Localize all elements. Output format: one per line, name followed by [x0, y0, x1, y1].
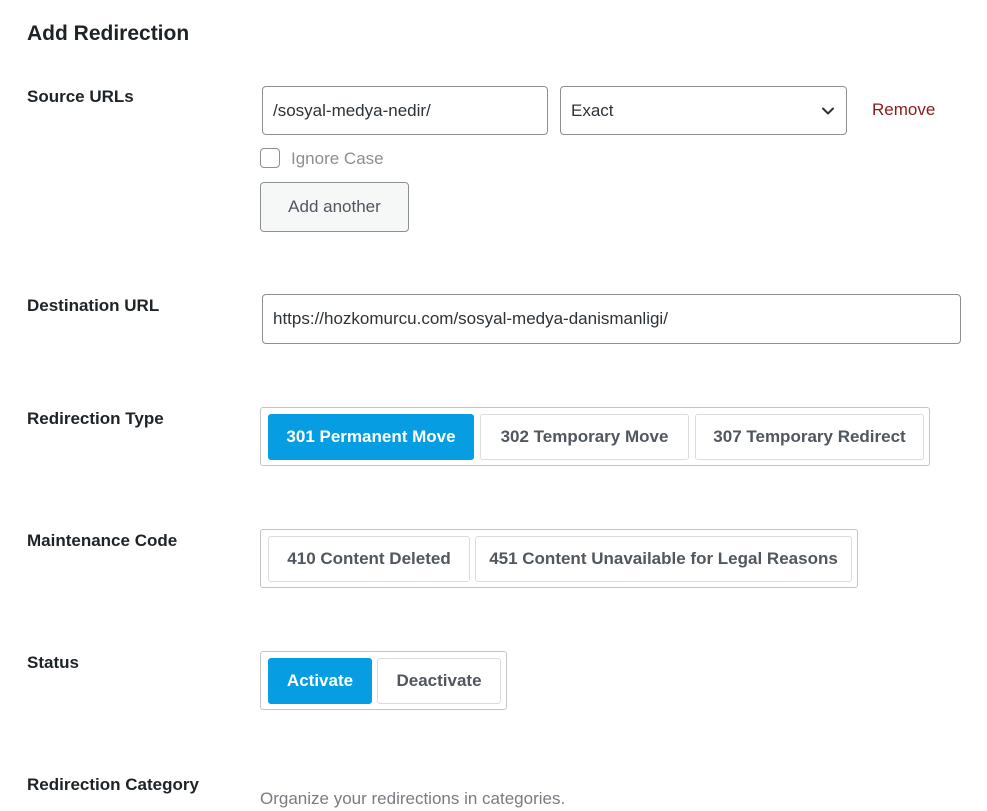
code-451-button[interactable]: 451 Content Unavailable for Legal Reason… — [475, 536, 852, 582]
page-title: Add Redirection — [27, 22, 190, 45]
destination-url-label: Destination URL — [27, 296, 160, 315]
code-410-button[interactable]: 410 Content Deleted — [268, 536, 470, 582]
ignore-case-checkbox[interactable] — [260, 148, 280, 168]
deactivate-button[interactable]: Deactivate — [377, 658, 501, 704]
source-urls-label: Source URLs — [27, 87, 134, 106]
maintenance-code-group: 410 Content Deleted 451 Content Unavaila… — [260, 529, 858, 588]
remove-source-link[interactable]: Remove — [872, 100, 935, 120]
chevron-down-icon — [820, 103, 836, 119]
maintenance-code-label: Maintenance Code — [27, 531, 178, 550]
type-302-button[interactable]: 302 Temporary Move — [480, 414, 689, 460]
redirection-category-label: Redirection Category — [27, 775, 199, 794]
source-url-input[interactable] — [262, 86, 548, 135]
add-another-button[interactable]: Add another — [260, 182, 409, 232]
match-type-select[interactable]: Exact — [560, 86, 847, 135]
type-301-button[interactable]: 301 Permanent Move — [268, 414, 474, 460]
status-label: Status — [27, 653, 79, 672]
destination-url-input[interactable] — [262, 294, 961, 344]
ignore-case-label: Ignore Case — [291, 149, 384, 168]
match-type-value: Exact — [571, 100, 614, 120]
status-group: Activate Deactivate — [260, 651, 507, 710]
redirection-type-label: Redirection Type — [27, 409, 164, 428]
type-307-button[interactable]: 307 Temporary Redirect — [695, 414, 924, 460]
redirection-category-helper: Organize your redirections in categories… — [260, 789, 566, 808]
redirection-type-group: 301 Permanent Move 302 Temporary Move 30… — [260, 407, 930, 466]
activate-button[interactable]: Activate — [268, 658, 372, 704]
